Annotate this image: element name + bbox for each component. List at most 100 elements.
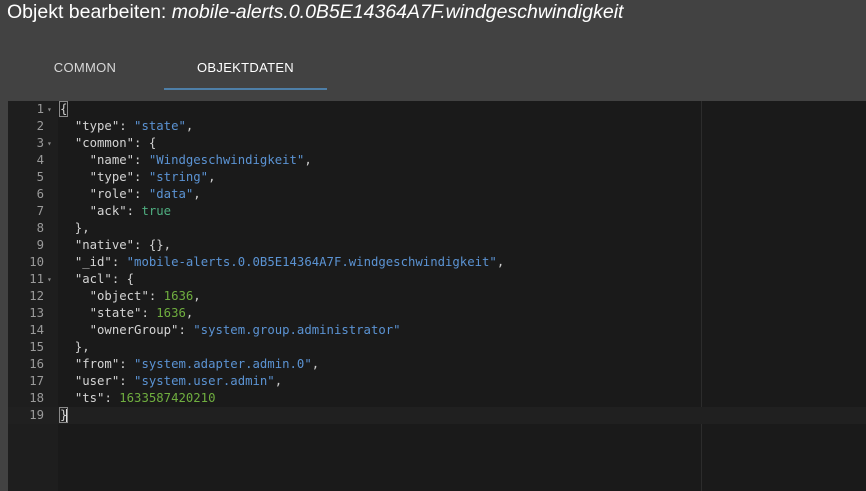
line-number: 8 (36, 221, 44, 235)
line-number: 15 (29, 340, 44, 354)
text-cursor (66, 408, 68, 423)
code-token: : (178, 323, 194, 337)
code-line[interactable]: 14 "ownerGroup": "system.group.administr… (8, 322, 866, 339)
code-token: , (193, 187, 201, 201)
code-text: "common": { (60, 135, 156, 152)
code-token: }, (60, 340, 90, 354)
code-token: "state" (134, 119, 186, 133)
code-line[interactable]: 15 }, (8, 339, 866, 356)
code-text: { (58, 101, 69, 118)
code-text: "user": "system.user.admin", (60, 373, 282, 390)
code-line[interactable]: 3 ▾ "common": { (8, 135, 866, 152)
tab-objektdaten[interactable]: OBJEKTDATEN (164, 46, 327, 90)
code-text: "ts": 1633587420210 (60, 390, 216, 407)
code-text: "state": 1636, (60, 305, 194, 322)
code-line[interactable]: 19} (8, 407, 866, 424)
code-text: "object": 1636, (60, 288, 201, 305)
code-token: , (193, 289, 201, 303)
code-text: "_id": "mobile-alerts.0.0B5E14364A7F.win… (60, 254, 504, 271)
code-token: : (141, 306, 157, 320)
code-token: "Windgeschwindigkeit" (148, 153, 305, 167)
code-token: "name" (89, 153, 135, 167)
code-token: "user" (74, 374, 120, 388)
tab-common[interactable]: COMMON (20, 46, 150, 90)
code-line[interactable]: 11 ▾ "acl": { (8, 271, 866, 288)
line-number: 9 (36, 238, 44, 252)
code-text: "name": "Windgeschwindigkeit", (60, 152, 312, 169)
json-editor[interactable]: 1 ▾{2 "type": "state", 3 ▾ "common": {4 "na… (8, 101, 866, 491)
code-token: : (119, 119, 135, 133)
code-text: }, (60, 220, 90, 237)
code-text: "ownerGroup": "system.group.administrato… (60, 322, 401, 339)
code-line[interactable]: 12 "object": 1636, (8, 288, 866, 305)
code-token: "mobile-alerts.0.0B5E14364A7F.windgeschw… (126, 255, 497, 269)
code-line[interactable]: 5 "type": "string", (8, 169, 866, 186)
code-line[interactable]: 17 "user": "system.user.admin", (8, 373, 866, 390)
fold-toggle-icon[interactable]: ▾ (47, 135, 55, 152)
fold-toggle-icon[interactable]: ▾ (47, 101, 55, 118)
code-token: "object" (89, 289, 149, 303)
code-token: , (274, 374, 283, 388)
editor-lines[interactable]: 1 ▾{2 "type": "state", 3 ▾ "common": {4 "na… (8, 101, 866, 424)
code-token: "system.adapter.admin.0" (134, 357, 312, 371)
code-token: "common" (74, 136, 135, 150)
tab-bar: COMMON OBJEKTDATEN (0, 46, 866, 90)
line-number: 1 (36, 102, 44, 116)
code-line[interactable]: 2 "type": "state", (8, 118, 866, 135)
line-number: 3 (36, 136, 44, 150)
code-token: "from" (74, 357, 120, 371)
code-line[interactable]: 13 "state": 1636, (8, 305, 866, 322)
code-line[interactable]: 4 "name": "Windgeschwindigkeit", (8, 152, 866, 169)
line-number: 6 (36, 187, 44, 201)
code-line[interactable]: 18 "ts": 1633587420210 (8, 390, 866, 407)
code-line[interactable]: 7 "ack": true (8, 203, 866, 220)
active-tab-indicator (164, 88, 327, 90)
dialog-object-id: mobile-alerts.0.0B5E14364A7F.windgeschwi… (171, 1, 624, 23)
code-text: } (58, 407, 69, 424)
code-line[interactable]: 10 "_id": "mobile-alerts.0.0B5E14364A7F.… (8, 254, 866, 271)
code-token: }, (60, 221, 90, 235)
code-token: "ownerGroup" (89, 323, 179, 337)
line-number: 18 (29, 391, 44, 405)
code-token: , (304, 153, 312, 167)
code-token: 1633587420210 (119, 391, 216, 405)
code-token: : (111, 255, 127, 269)
code-token: : (134, 187, 149, 201)
code-token: true (141, 204, 172, 218)
code-text: "from": "system.adapter.admin.0", (60, 356, 319, 373)
code-token: : (119, 374, 135, 388)
code-token: { (58, 101, 69, 117)
code-line[interactable]: 9 "native": {}, (8, 237, 866, 254)
code-token: : (119, 357, 135, 371)
code-token: 1636 (156, 306, 186, 320)
fold-toggle-icon[interactable]: ▾ (47, 271, 55, 288)
code-line[interactable]: 1 ▾{ (8, 101, 866, 118)
code-token: "_id" (74, 255, 112, 269)
code-token: : {}, (134, 238, 172, 252)
code-token: , (185, 119, 194, 133)
code-line[interactable]: 6 "role": "data", (8, 186, 866, 203)
code-text: }, (60, 339, 90, 356)
line-number: 5 (36, 170, 44, 184)
code-token: : { (134, 136, 157, 150)
code-text: "type": "string", (60, 169, 216, 186)
line-number: 17 (29, 374, 44, 388)
code-token: "native" (74, 238, 135, 252)
dialog-title-prefix: Objekt bearbeiten: (7, 1, 172, 23)
code-line[interactable]: 16 "from": "system.adapter.admin.0", (8, 356, 866, 373)
code-line[interactable]: 8 }, (8, 220, 866, 237)
line-number: 16 (29, 357, 44, 371)
line-number: 13 (29, 306, 44, 320)
code-text: "native": {}, (60, 237, 171, 254)
code-token: , (208, 170, 216, 184)
dialog-title: Objekt bearbeiten: mobile-alerts.0.0B5E1… (7, 0, 623, 26)
